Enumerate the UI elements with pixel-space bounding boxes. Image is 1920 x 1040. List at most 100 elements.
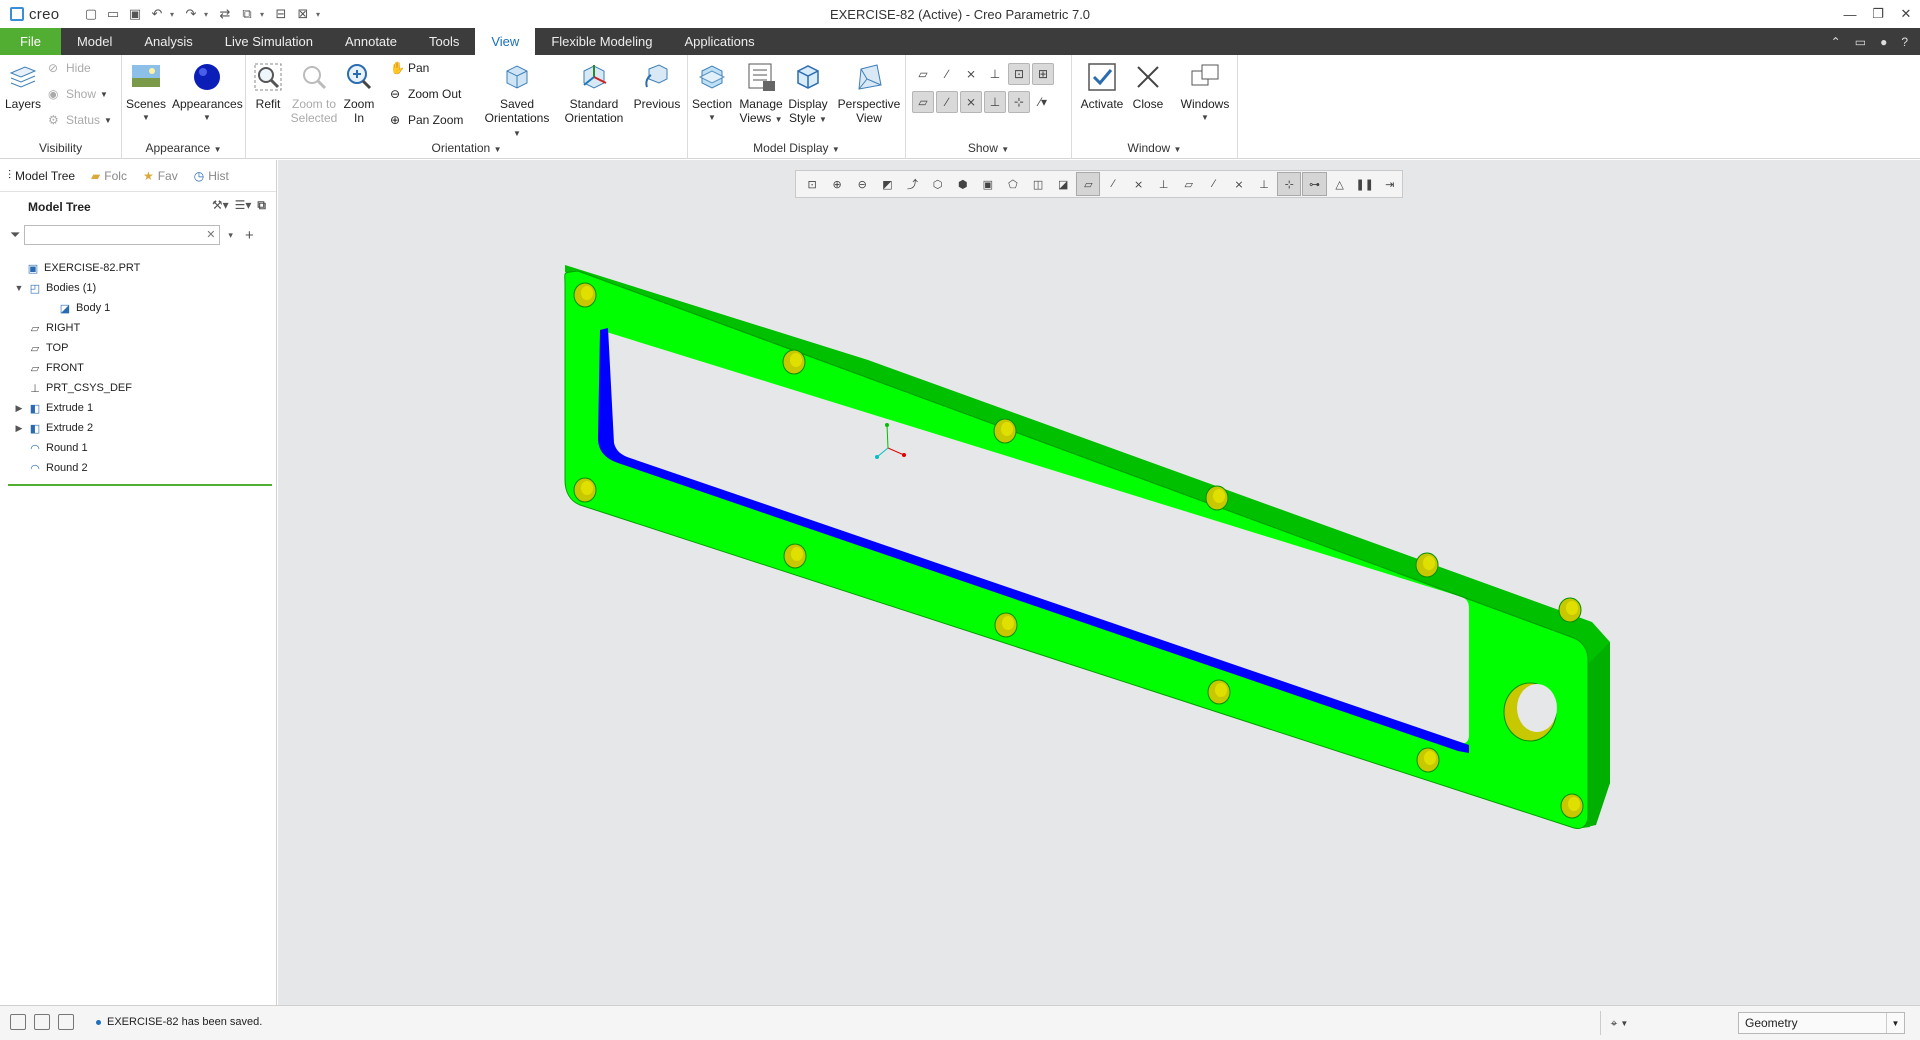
close-icon[interactable]: ✕ <box>1892 0 1920 28</box>
group-label-orientation[interactable]: Orientation ▼ <box>246 141 687 155</box>
undo-icon[interactable]: ↶ <box>148 5 166 23</box>
selection-filter-select[interactable]: Geometry ▼ <box>1738 1012 1905 1034</box>
plane-tag-display-icon[interactable]: ⊡ <box>1008 63 1030 85</box>
pan-button[interactable]: ✋ Pan <box>390 61 429 75</box>
expand-toggle-icon[interactable]: ▼ <box>14 283 24 293</box>
tree-settings-icon[interactable]: ⚒▾ <box>212 198 229 213</box>
point-tag-display-icon[interactable]: ⊞ <box>1032 63 1054 85</box>
plane-display-icon[interactable]: ⏥ <box>912 63 934 85</box>
axis-display-icon[interactable]: ∕ <box>936 63 958 85</box>
tree-node[interactable]: ⏥ TOP <box>0 338 276 358</box>
zoom-to-selected-button[interactable]: Zoom to Selected <box>288 61 340 125</box>
collapse-ribbon-icon[interactable]: ⌃ <box>1831 35 1841 49</box>
tab-favorites[interactable]: ★ Fav <box>135 160 186 192</box>
user-icon[interactable]: ● <box>1880 35 1887 49</box>
add-filter-icon[interactable]: + <box>245 227 254 244</box>
refit-button[interactable]: Refit <box>250 61 286 111</box>
close-window-icon[interactable]: ⊠ <box>294 5 312 23</box>
show-button[interactable]: ◉ Show ▼ <box>48 87 108 101</box>
tree-node[interactable]: ◠ Round 1 <box>0 438 276 458</box>
group-label-window[interactable]: Window ▼ <box>1072 141 1237 155</box>
manage-views-button[interactable]: Manage Views ▼ <box>738 61 784 127</box>
previous-button[interactable]: Previous <box>630 61 684 111</box>
tree-insert-marker[interactable] <box>8 484 272 486</box>
tab-view[interactable]: View <box>475 28 536 55</box>
group-label-show[interactable]: Show ▼ <box>906 141 1071 155</box>
tab-folder-browser[interactable]: ▰ Folc <box>83 160 135 192</box>
tab-analysis[interactable]: Analysis <box>128 28 208 55</box>
customize-qat-icon[interactable]: ▾ <box>316 5 324 23</box>
zoom-out-button[interactable]: ⊖ Zoom Out <box>390 87 461 101</box>
switch-windows-icon[interactable]: ⊟ <box>272 5 290 23</box>
new-file-icon[interactable]: ▢ <box>82 5 100 23</box>
help-icon[interactable]: ? <box>1901 35 1908 49</box>
tree-columns-icon[interactable]: ☰▾ <box>235 198 252 213</box>
find-button[interactable]: ⌖ ▼ <box>1600 1011 1638 1035</box>
point-display-icon[interactable]: ⨯ <box>960 63 982 85</box>
tree-node[interactable]: ▶ ◧ Extrude 1 <box>0 398 276 418</box>
scenes-button[interactable]: Scenes ▼ <box>126 61 166 125</box>
csys-display-icon[interactable]: ⊥ <box>984 63 1006 85</box>
undo-dropdown-icon[interactable]: ▾ <box>170 5 178 23</box>
close-button[interactable]: Close <box>1128 61 1168 111</box>
csys-tag-icon[interactable]: ⊥ <box>984 91 1006 113</box>
tab-flexible-modeling[interactable]: Flexible Modeling <box>535 28 668 55</box>
windows-button[interactable]: Windows ▼ <box>1176 61 1234 125</box>
plane-tag-icon[interactable]: ⏥ <box>912 91 934 113</box>
tree-node[interactable]: ◪ Body 1 <box>0 298 276 318</box>
annotation-display-icon[interactable]: ⁄▾ <box>1032 91 1054 113</box>
filter-icon[interactable]: ⏷ <box>10 227 20 243</box>
display-style-button[interactable]: Display Style ▼ <box>786 61 830 127</box>
windows-dropdown-icon[interactable]: ▾ <box>260 5 268 23</box>
perspective-view-button[interactable]: Perspective View <box>834 61 904 125</box>
regenerate-icon[interactable]: ⇄ <box>216 5 234 23</box>
pan-zoom-button[interactable]: ⊕ Pan Zoom <box>390 113 463 127</box>
part-model[interactable] <box>278 160 1920 1005</box>
minimize-icon[interactable]: — <box>1836 0 1864 28</box>
display-options-icon[interactable]: ▭ <box>1855 35 1866 49</box>
tree-node[interactable]: ⏥ FRONT <box>0 358 276 378</box>
tab-history[interactable]: ◷ Hist <box>186 160 237 192</box>
status-button[interactable]: ⚙ Status ▼ <box>48 113 112 127</box>
tree-node[interactable]: ▶ ◧ Extrude 2 <box>0 418 276 438</box>
expand-toggle-icon[interactable]: ▶ <box>14 403 24 414</box>
saved-orientations-button[interactable]: Saved Orientations ▼ <box>480 61 554 141</box>
section-button[interactable]: Section ▼ <box>690 61 734 125</box>
tab-model[interactable]: Model <box>61 28 128 55</box>
tab-tools[interactable]: Tools <box>413 28 475 55</box>
tree-node[interactable]: ⏥ RIGHT <box>0 318 276 338</box>
tree-search-input[interactable]: ✕ <box>24 225 221 245</box>
expand-toggle-icon[interactable]: ▶ <box>14 423 24 434</box>
tab-file[interactable]: File <box>0 28 61 55</box>
tree-node[interactable]: ▼ ◰ Bodies (1) <box>0 278 276 298</box>
tree-node[interactable]: ▣ EXERCISE-82.PRT <box>0 258 276 278</box>
tab-applications[interactable]: Applications <box>668 28 770 55</box>
windows-icon[interactable]: ⧉ <box>238 5 256 23</box>
search-options-icon[interactable]: ▾ <box>228 230 233 241</box>
tab-live-simulation[interactable]: Live Simulation <box>209 28 329 55</box>
redo-icon[interactable]: ↷ <box>182 5 200 23</box>
zoom-in-button[interactable]: Zoom In <box>342 61 376 125</box>
tree-filters-icon[interactable]: ⧉ <box>257 198 266 213</box>
restore-icon[interactable]: ❐ <box>1864 0 1892 28</box>
tab-model-tree[interactable]: ⫶ Model Tree <box>0 160 83 192</box>
show-navigator-icon[interactable] <box>10 1014 26 1030</box>
point-tag-icon[interactable]: ⨯ <box>960 91 982 113</box>
tree-node[interactable]: ◠ Round 2 <box>0 458 276 478</box>
spin-center-icon[interactable]: ⊹ <box>1008 91 1030 113</box>
layers-button[interactable]: Layers <box>4 61 42 111</box>
tree-node[interactable]: ⊥ PRT_CSYS_DEF <box>0 378 276 398</box>
hide-button[interactable]: ⊘ Hide <box>48 61 91 75</box>
full-screen-icon[interactable] <box>58 1014 74 1030</box>
appearances-button[interactable]: Appearances ▼ <box>172 61 243 125</box>
axis-tag-icon[interactable]: ∕ <box>936 91 958 113</box>
group-label-model-display[interactable]: Model Display ▼ <box>688 141 905 155</box>
open-folder-icon[interactable]: ▭ <box>104 5 122 23</box>
save-icon[interactable]: ▣ <box>126 5 144 23</box>
graphics-window[interactable]: ⊡ ⊕ ⊖ ◩ ⤴ ⬡ ⬢ ▣ ⬠ ◫ ◪ ⏥ ∕ ⨯ ⊥ ⏥ ∕ ⨯ ⊥ ⊹ … <box>278 160 1920 1005</box>
clear-search-icon[interactable]: ✕ <box>206 228 215 241</box>
show-browser-icon[interactable] <box>34 1014 50 1030</box>
activate-button[interactable]: Activate <box>1078 61 1126 111</box>
redo-dropdown-icon[interactable]: ▾ <box>204 5 212 23</box>
group-label-appearance[interactable]: Appearance ▼ <box>122 141 245 155</box>
